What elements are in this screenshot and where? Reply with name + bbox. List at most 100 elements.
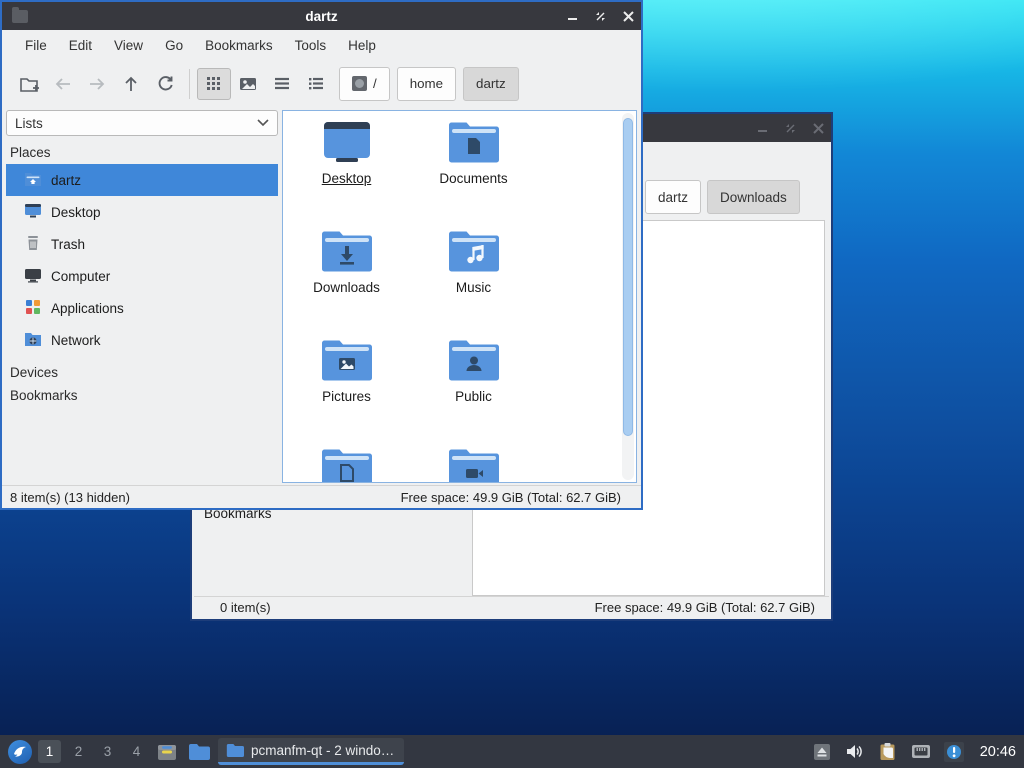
sidebar-item-label: Network [51, 332, 101, 348]
menu-edit[interactable]: Edit [58, 34, 103, 57]
file-label: Downloads [313, 280, 380, 295]
back-status-item-count: 0 item(s) [220, 599, 271, 615]
back-button[interactable] [46, 68, 80, 100]
desktop-folder-icon [323, 122, 370, 162]
sidebar-item-computer[interactable]: Computer [6, 260, 278, 292]
close-icon[interactable] [621, 9, 635, 23]
path-root-button[interactable]: / [339, 66, 390, 101]
file-manager-window-dartz[interactable]: dartz File Edit View Go Bookmarks Tools … [0, 0, 643, 510]
close-icon[interactable] [811, 121, 825, 135]
file-label: Desktop [321, 171, 372, 186]
icon-view-button[interactable] [197, 67, 231, 100]
clock[interactable]: 20:46 [980, 744, 1016, 760]
menubar: File Edit View Go Bookmarks Tools Help [2, 30, 641, 61]
music-folder-icon [448, 231, 499, 272]
scrollbar-thumb[interactable] [623, 118, 633, 436]
detailed-list-view-button[interactable] [299, 68, 333, 100]
network-icon[interactable] [910, 741, 932, 763]
volume-icon[interactable] [844, 741, 866, 763]
menu-file[interactable]: File [14, 34, 58, 57]
file-item-desktop[interactable]: Desktop [283, 119, 410, 223]
templates-folder-icon [321, 449, 372, 482]
file-item-public[interactable]: Public [410, 337, 537, 441]
file-list[interactable]: Desktop Documents Downloads Music Pictur… [282, 110, 637, 483]
toolbar-separator [189, 68, 190, 99]
file-item-pictures[interactable]: Pictures [283, 337, 410, 441]
update-notifier-icon[interactable] [943, 741, 965, 763]
sidebar-header-places: Places [10, 145, 51, 160]
path-root-label: / [373, 76, 377, 91]
sidebar-header-bookmarks: Bookmarks [10, 388, 78, 403]
minimize-icon[interactable] [565, 9, 579, 23]
sidebar-item-label: dartz [51, 172, 82, 188]
documents-folder-icon [448, 122, 499, 163]
folder-icon [189, 743, 210, 760]
file-label: Documents [439, 171, 508, 186]
path-current-button[interactable]: dartz [463, 66, 519, 101]
restore-icon[interactable] [593, 9, 607, 23]
workspace-3[interactable]: 3 [96, 740, 119, 763]
workspace-1[interactable]: 1 [38, 740, 61, 763]
sidebar-item-label: Trash [51, 236, 86, 252]
computer-icon [24, 267, 42, 285]
sidebar-item-desktop[interactable]: Desktop [6, 196, 278, 228]
back-status-free-space: Free space: 49.9 GiB (Total: 62.7 GiB) [594, 599, 815, 615]
sidebar-header-devices: Devices [10, 365, 59, 380]
path-segment-label: Downloads [720, 189, 787, 205]
file-manager-launcher[interactable] [186, 740, 212, 764]
panel-selector-label: Lists [15, 115, 43, 131]
videos-folder-icon [448, 449, 499, 482]
app-menu-button[interactable] [8, 739, 32, 764]
sidebar-item-dartz[interactable]: dartz [6, 164, 278, 196]
compact-view-button[interactable] [265, 68, 299, 100]
new-tab-button[interactable] [12, 68, 46, 100]
path-home-button[interactable]: home [396, 66, 457, 101]
up-button[interactable] [114, 68, 148, 100]
menu-tools[interactable]: Tools [284, 34, 338, 57]
back-path-segment-downloads[interactable]: Downloads [707, 180, 800, 214]
pictures-folder-icon [321, 340, 372, 381]
removable-media-eject-icon[interactable] [811, 741, 833, 763]
file-item-templates[interactable]: Templates [283, 446, 410, 482]
sidebar-item-label: Computer [51, 268, 111, 284]
sidebar-item-trash[interactable]: Trash [6, 228, 278, 260]
file-label: Music [455, 280, 492, 295]
path-segment-label: dartz [658, 189, 689, 205]
task-button-pcmanfm[interactable]: pcmanfm-qt - 2 windo… [218, 738, 405, 765]
sidebar-item-applications[interactable]: Applications [6, 292, 278, 324]
restore-icon[interactable] [783, 121, 797, 135]
minimize-icon[interactable] [755, 121, 769, 135]
archive-manager-launcher[interactable] [154, 740, 180, 764]
forward-button[interactable] [80, 68, 114, 100]
toolbar: / home dartz [2, 61, 641, 106]
sidebar-panel-selector[interactable]: Lists [6, 110, 278, 136]
path-segment-label: home [409, 76, 444, 91]
file-item-documents[interactable]: Documents [410, 119, 537, 223]
thumbnail-view-button[interactable] [231, 68, 265, 100]
menu-help[interactable]: Help [337, 34, 387, 57]
front-window-titlebar[interactable]: dartz [2, 2, 641, 30]
status-item-count: 8 item(s) (13 hidden) [10, 489, 130, 505]
task-button-label: pcmanfm-qt - 2 windo… [251, 742, 395, 758]
lxqt-bird-icon [14, 746, 26, 757]
window-title: dartz [305, 8, 338, 24]
scrollbar[interactable] [622, 113, 634, 480]
menu-go[interactable]: Go [154, 34, 194, 57]
menu-bookmarks[interactable]: Bookmarks [194, 34, 284, 57]
workspace-4[interactable]: 4 [125, 740, 148, 763]
menu-view[interactable]: View [103, 34, 154, 57]
file-item-videos[interactable]: Videos [410, 446, 537, 482]
network-icon [24, 331, 42, 349]
back-path-segment-dartz[interactable]: dartz [645, 180, 702, 214]
root-drive-icon [352, 76, 367, 91]
clipboard-icon[interactable] [877, 741, 899, 763]
sidebar-item-label: Desktop [51, 204, 101, 220]
workspace-2[interactable]: 2 [67, 740, 90, 763]
chevron-down-icon [257, 119, 269, 127]
downloads-folder-icon [321, 231, 372, 272]
refresh-button[interactable] [148, 68, 182, 100]
system-tray: 20:46 [811, 741, 1016, 763]
file-item-downloads[interactable]: Downloads [283, 228, 410, 332]
file-item-music[interactable]: Music [410, 228, 537, 332]
sidebar-item-network[interactable]: Network [6, 324, 278, 356]
